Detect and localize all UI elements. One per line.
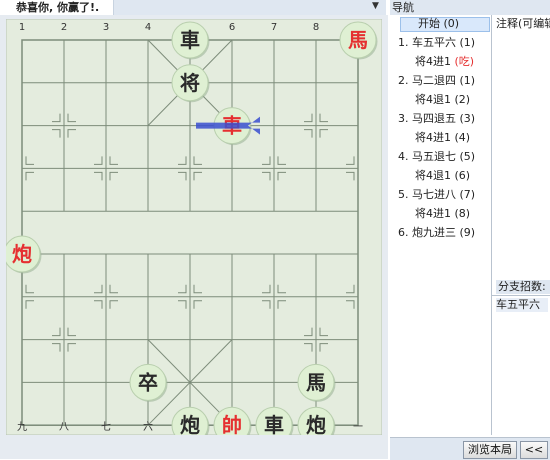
move-reply-index: (6) (454, 169, 471, 182)
previous-button[interactable]: << (520, 441, 548, 459)
move-item[interactable]: 5. 马七进八 (7) (398, 187, 475, 203)
file-label-top: 2 (61, 22, 67, 33)
piece-label: 卒 (138, 370, 158, 394)
piece-label: 車 (180, 28, 200, 52)
piece-label: 炮 (12, 242, 32, 266)
move-reply-index: (2) (454, 93, 471, 106)
file-label-top: 1 (19, 22, 25, 33)
xiangqi-board[interactable]: 123456789九八七六五四三二一車馬将車炮卒馬帥炮車炮 (6, 19, 382, 435)
move-reply-index: (8) (454, 207, 471, 220)
piece-label: 馬 (348, 28, 368, 52)
file-label-bottom: 一 (353, 422, 363, 433)
piece-label: 炮 (306, 413, 326, 435)
piece-label: 将 (180, 71, 200, 95)
move-reply-item[interactable]: 将4进1 (8) (415, 206, 470, 222)
piece-label: 馬 (306, 370, 326, 394)
game-tab[interactable]: 恭喜你, 你赢了!. (0, 0, 115, 15)
file-label-top: 3 (103, 22, 109, 33)
move-reply-item[interactable]: 将4退1 (2) (415, 92, 470, 108)
file-label-bottom: 九 (17, 421, 27, 433)
move-reply-index: (4) (454, 131, 471, 144)
move-reply-text: 将4退1 (415, 169, 455, 182)
comment-label: 注释(可编辑 (496, 17, 550, 30)
piece-label: 車 (264, 413, 284, 435)
move-item[interactable]: 2. 马二退四 (1) (398, 73, 475, 89)
file-label-bottom: 七 (101, 421, 111, 433)
move-reply-text: 将4进1 (415, 55, 455, 68)
browse-game-button[interactable]: 浏览本局 (463, 441, 517, 459)
move-reply-item[interactable]: 将4退1 (6) (415, 168, 470, 184)
piece-label: 炮 (180, 413, 200, 435)
piece-label: 帥 (222, 413, 242, 435)
move-start-label: 开始 (0) (418, 17, 460, 30)
move-item[interactable]: 3. 马四退五 (3) (398, 111, 475, 127)
move-item[interactable]: 6. 炮九进三 (9) (398, 225, 475, 241)
file-label-top: 7 (271, 22, 277, 33)
move-item[interactable]: 1. 车五平六 (1) (398, 35, 475, 51)
file-label-top: 4 (145, 22, 151, 33)
branch-label: 分支招数: (496, 280, 550, 294)
tab-dropdown-icon[interactable]: ▼ (372, 1, 379, 11)
branch-list[interactable] (492, 295, 550, 436)
move-reply-text: 将4进1 (415, 131, 455, 144)
file-label-bottom: 六 (143, 421, 153, 433)
move-reply-text: 将4退1 (415, 93, 455, 106)
move-reply-item[interactable]: 将4进1 (4) (415, 130, 470, 146)
file-label-top: 6 (229, 22, 235, 33)
file-label-top: 8 (313, 22, 319, 33)
file-label-bottom: 八 (59, 422, 69, 433)
move-item[interactable]: 4. 马五退七 (5) (398, 149, 475, 165)
branch-item[interactable]: 车五平六 (496, 298, 548, 312)
move-reply-item[interactable]: 将4进1 (吃) (415, 54, 474, 70)
move-reply-text: 将4进1 (415, 207, 455, 220)
move-reply-index: (吃) (454, 55, 475, 68)
comment-pane[interactable] (492, 15, 550, 285)
navigation-header: 导航 (390, 0, 550, 15)
